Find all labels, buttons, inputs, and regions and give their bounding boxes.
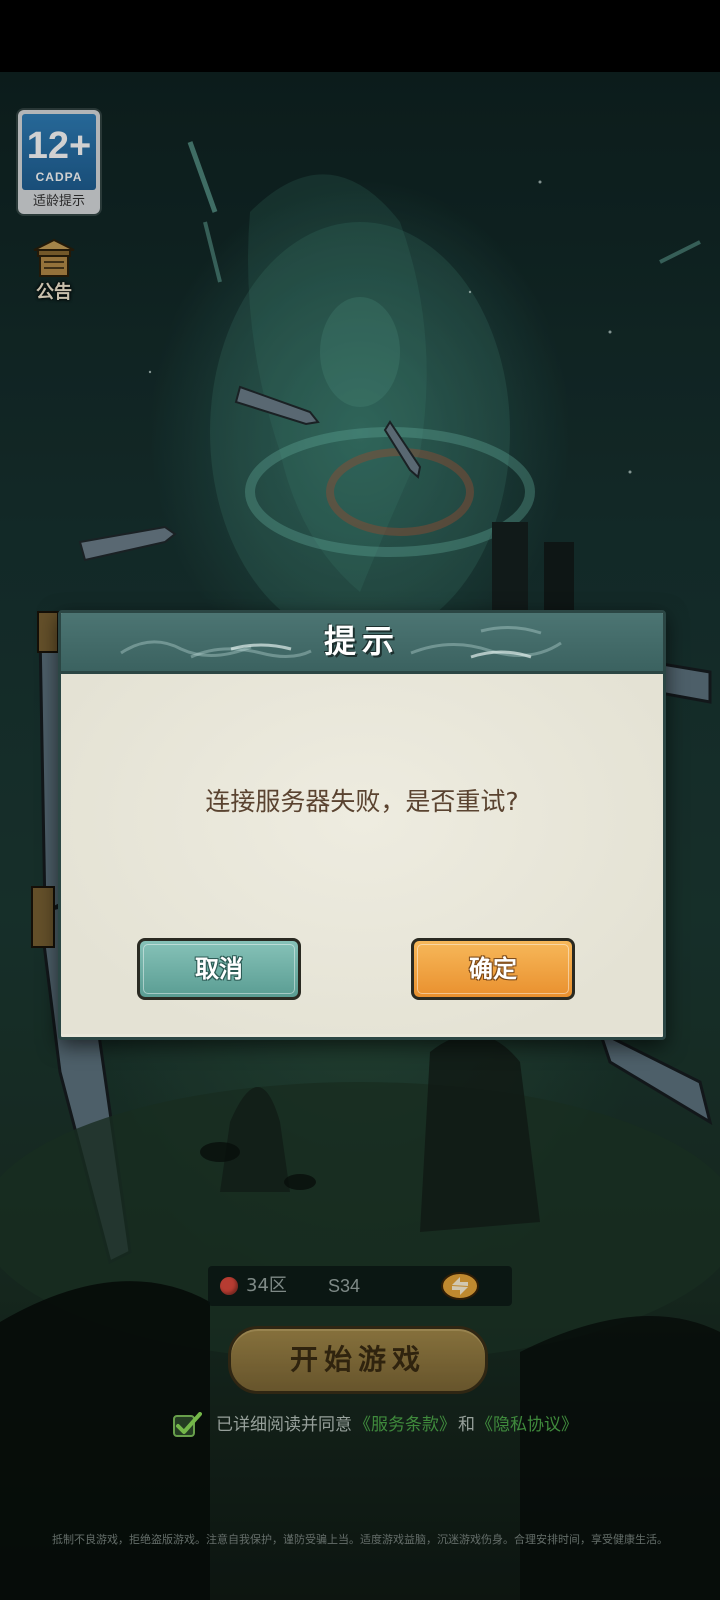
dialog-message: 连接服务器失败，是否重试? xyxy=(205,787,519,816)
dialog-body: 连接服务器失败，是否重试? 取消 确定 xyxy=(61,674,663,1034)
game-login-screen: 12+ CADPA 适龄提示 公告 34区 S34 开始游戏 已详细阅读并同意 … xyxy=(0,0,720,1600)
dialog-header: 提示 xyxy=(61,613,663,674)
cancel-button-label: 取消 xyxy=(195,955,243,983)
retry-dialog: 提示 连接服务器失败，是否重试? 取消 确定 xyxy=(58,610,666,1040)
confirm-button[interactable]: 确定 xyxy=(411,938,575,1000)
confirm-button-label: 确定 xyxy=(469,955,517,983)
cancel-button[interactable]: 取消 xyxy=(137,938,301,1000)
dialog-title: 提示 xyxy=(323,622,400,660)
